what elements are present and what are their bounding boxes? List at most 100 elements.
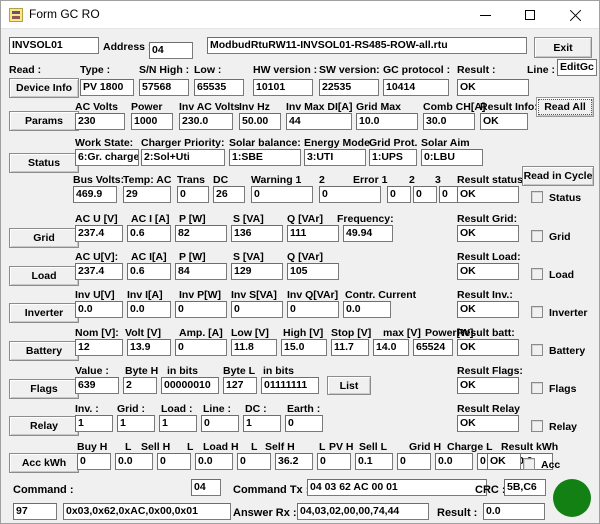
load-s-value[interactable]: 129 <box>231 263 283 280</box>
relay-load-value[interactable]: 1 <box>159 415 197 432</box>
self-l-value[interactable]: 0.1 <box>355 453 393 470</box>
hw-version-value[interactable]: 10101 <box>253 79 313 96</box>
result-relay-value[interactable]: OK <box>457 415 519 432</box>
command-address-value[interactable]: 04 <box>191 479 221 496</box>
inv-ac-volts-value[interactable]: 230.0 <box>179 113 233 130</box>
maximize-button[interactable] <box>508 1 552 29</box>
warning1-value[interactable]: 0 <box>251 186 313 203</box>
minimize-button[interactable] <box>463 1 507 29</box>
result-grid-value[interactable]: OK <box>457 225 519 242</box>
inv-q-value[interactable]: 0 <box>287 301 339 318</box>
gc-protocol-value[interactable]: 10414 <box>383 79 449 96</box>
load-ac-u-value[interactable]: 237.4 <box>75 263 123 280</box>
ac-volts-value[interactable]: 230 <box>75 113 125 130</box>
error2-value[interactable]: 0 <box>413 186 437 203</box>
inv-i-value[interactable]: 0.0 <box>127 301 171 318</box>
flags-button[interactable]: Flags <box>9 379 79 399</box>
buy-h-value[interactable]: 0 <box>77 453 111 470</box>
status-button[interactable]: Status <box>9 153 79 173</box>
relay-line-value[interactable]: 0 <box>201 415 239 432</box>
batt-nom-value[interactable]: 12 <box>75 339 123 356</box>
buy-l-value[interactable]: 0.0 <box>115 453 153 470</box>
relay-checkbox[interactable] <box>531 420 543 432</box>
contr-current-value[interactable]: 0.0 <box>343 301 391 318</box>
command-tx-value[interactable]: 04 03 62 AC 00 01 <box>307 479 487 496</box>
power-value[interactable]: 1000 <box>131 113 173 130</box>
batt-low-value[interactable]: 11.8 <box>231 339 277 356</box>
byte-h-value[interactable]: 2 <box>123 377 157 394</box>
grid-max-value[interactable]: 10.0 <box>356 113 418 130</box>
result-load-value[interactable]: OK <box>457 263 519 280</box>
byte-l-value[interactable]: 127 <box>223 377 257 394</box>
result-kwh-value[interactable]: OK <box>487 453 521 470</box>
inv-hz-value[interactable]: 50.00 <box>239 113 281 130</box>
params-button[interactable]: Params <box>9 111 79 131</box>
batt-amp-value[interactable]: 0 <box>175 339 227 356</box>
status-checkbox[interactable] <box>531 191 543 203</box>
battery-button[interactable]: Battery <box>9 341 79 361</box>
result-status-value[interactable]: OK <box>457 186 519 203</box>
acc-load-l-value[interactable]: 36.2 <box>275 453 313 470</box>
inv-u-value[interactable]: 0.0 <box>75 301 123 318</box>
batt-power-value[interactable]: 65524 <box>413 339 453 356</box>
warning2-value[interactable]: 0 <box>319 186 381 203</box>
inverter-button[interactable]: Inverter <box>9 303 79 323</box>
sell-l-value[interactable]: 0.0 <box>195 453 233 470</box>
error1-value[interactable]: 0 <box>387 186 411 203</box>
temp-ac-value[interactable]: 29 <box>123 186 171 203</box>
command-hex-value[interactable]: 0x03,0x62,0xAC,0x00,0x01 <box>63 503 231 520</box>
type-value[interactable]: PV 1800 <box>80 79 134 96</box>
solar-balance-value[interactable]: 1:SBE <box>229 149 301 166</box>
pv-sell-l-value[interactable]: 0.0 <box>435 453 473 470</box>
grid-p-value[interactable]: 82 <box>175 225 227 242</box>
flags-value-field[interactable]: 639 <box>75 377 119 394</box>
inv-p-value[interactable]: 0 <box>175 301 227 318</box>
relay-grid-value[interactable]: 1 <box>117 415 155 432</box>
exit-button[interactable]: Exit <box>534 37 592 58</box>
result-flags-value[interactable]: OK <box>457 377 519 394</box>
grid-prot-value[interactable]: 1:UPS <box>369 149 417 166</box>
in-bits-l-value[interactable]: 01111111 <box>261 377 319 394</box>
crc-value[interactable]: 5B,C6 <box>504 479 546 496</box>
device-info-button[interactable]: Device Info <box>9 78 79 98</box>
read-all-button[interactable]: Read All <box>536 97 594 117</box>
result-inv-value[interactable]: OK <box>457 301 519 318</box>
grid-checkbox[interactable] <box>531 230 543 242</box>
battery-checkbox[interactable] <box>531 344 543 356</box>
relay-inv-value[interactable]: 1 <box>75 415 113 432</box>
inverter-checkbox[interactable] <box>531 306 543 318</box>
trans-value[interactable]: 0 <box>177 186 209 203</box>
load-q-value[interactable]: 105 <box>287 263 339 280</box>
relay-dc-value[interactable]: 1 <box>243 415 281 432</box>
grid-button[interactable]: Grid <box>9 228 79 248</box>
load-h-value[interactable]: 0 <box>237 453 271 470</box>
in-bits-h-value[interactable]: 00000010 <box>161 377 219 394</box>
config-file-input[interactable]: ModbudRtuRW11-INVSOL01-RS485-ROW-all.rtu <box>207 37 527 54</box>
load-checkbox[interactable] <box>531 268 543 280</box>
sell-h-value[interactable]: 0 <box>157 453 191 470</box>
sn-low-value[interactable]: 65535 <box>194 79 244 96</box>
grid-q-value[interactable]: 111 <box>287 225 339 242</box>
relay-button[interactable]: Relay <box>9 416 79 436</box>
solar-aim-value[interactable]: 0:LBU <box>421 149 483 166</box>
energy-mode-value[interactable]: 3:UTI <box>304 149 366 166</box>
load-button[interactable]: Load <box>9 266 79 286</box>
device-result-value[interactable]: OK <box>457 79 529 96</box>
line-value[interactable]: EditGc <box>557 59 597 76</box>
result-info-value[interactable]: OK <box>480 113 528 130</box>
answer-rx-value[interactable]: 04,03,02,00,00,74,44 <box>297 503 429 520</box>
charger-priority-value[interactable]: 2:Sol+Uti <box>141 149 225 166</box>
batt-volt-value[interactable]: 13.9 <box>127 339 171 356</box>
load-p-value[interactable]: 84 <box>175 263 227 280</box>
grid-s-value[interactable]: 136 <box>231 225 283 242</box>
bus-volts-value[interactable]: 469.9 <box>73 186 117 203</box>
flags-list-button[interactable]: List <box>327 376 371 395</box>
read-in-cycle-button[interactable]: Read in Cycle <box>522 166 594 186</box>
grid-ac-i-value[interactable]: 0.6 <box>127 225 171 242</box>
flags-checkbox[interactable] <box>531 382 543 394</box>
comb-ch-value[interactable]: 30.0 <box>423 113 475 130</box>
command-code-value[interactable]: 97 <box>13 503 57 520</box>
result-batt-value[interactable]: OK <box>457 339 519 356</box>
grid-frequency-value[interactable]: 49.94 <box>343 225 393 242</box>
sw-version-value[interactable]: 22535 <box>319 79 379 96</box>
